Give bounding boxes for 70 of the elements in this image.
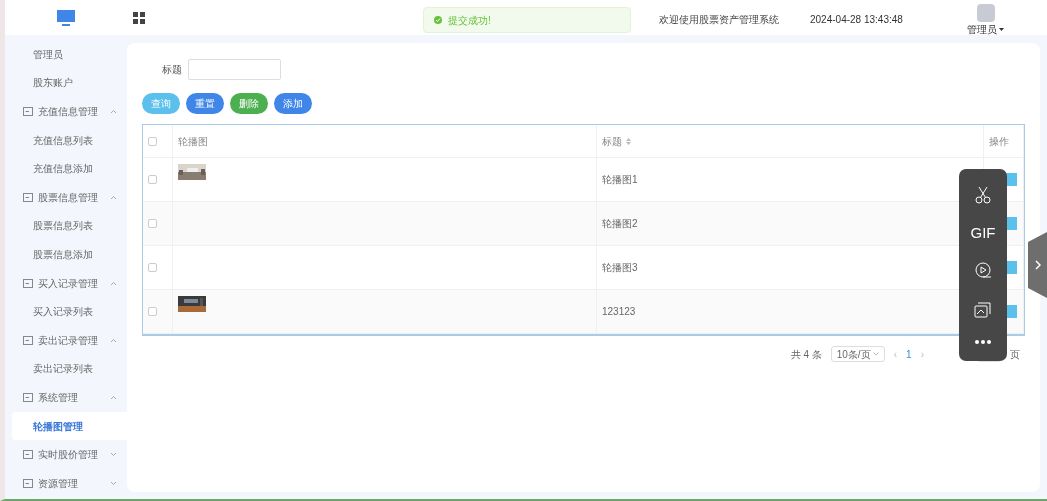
menu-group[interactable]: 实时股价管理 <box>5 440 127 469</box>
menu-item[interactable]: 买入记录列表 <box>5 297 127 326</box>
menu-group[interactable]: 系统管理 <box>5 383 127 412</box>
menu-group[interactable]: 充值信息管理 <box>5 97 127 126</box>
menu-label: 股票信息管理 <box>38 190 98 205</box>
menu-group[interactable]: 资源管理 <box>5 468 127 498</box>
action-button[interactable]: 重置 <box>186 93 224 114</box>
menu-group[interactable]: 卖出记录管理 <box>5 325 127 355</box>
column-header[interactable]: 标题 <box>602 133 622 149</box>
menu-icon <box>23 335 33 345</box>
action-button[interactable]: 添加 <box>274 93 312 114</box>
gif-button[interactable]: GIF <box>970 225 996 241</box>
row-checkbox[interactable] <box>148 263 157 272</box>
image-icon[interactable] <box>974 300 992 319</box>
menu-item[interactable]: 股东账户 <box>5 68 127 98</box>
column-header: 轮播图 <box>178 134 208 149</box>
menu-group[interactable]: 股票信息管理 <box>5 182 127 212</box>
check-circle-icon <box>434 16 442 24</box>
monitor-icon <box>57 9 75 26</box>
menu-icon <box>23 278 33 288</box>
chevron-up-icon <box>110 194 117 200</box>
page-size-select[interactable]: 10条/页 <box>830 346 885 362</box>
menu-icon <box>23 192 33 202</box>
sort-icon[interactable] <box>626 137 631 145</box>
chevron-down-icon <box>110 452 117 458</box>
column-header: 操作 <box>989 134 1009 149</box>
chevron-up-icon <box>110 280 117 286</box>
menu-label: 买入记录管理 <box>38 276 98 291</box>
page-title: 欢迎使用股票资产管理系统 <box>659 13 779 27</box>
menu-icon <box>23 392 33 402</box>
menu-label: 充值信息管理 <box>38 105 98 119</box>
row-checkbox[interactable] <box>148 175 157 184</box>
menu-item[interactable]: 轮播图管理 <box>12 411 127 441</box>
caret-icon[interactable] <box>999 28 1004 31</box>
menu-item[interactable]: 股票信息列表 <box>5 211 127 241</box>
grid-icon[interactable] <box>133 11 145 24</box>
user-menu[interactable]: 管理员 <box>967 22 997 37</box>
menu-icon <box>23 450 33 460</box>
chevron-up-icon <box>110 109 117 114</box>
menu-item[interactable]: 充值信息添加 <box>5 154 127 183</box>
chevron-up-icon <box>110 394 117 400</box>
menu-label: 实时股价管理 <box>38 448 98 463</box>
menu-icon <box>23 107 33 116</box>
menu-icon <box>23 478 33 488</box>
menu-label: 系统管理 <box>38 390 78 405</box>
chevron-right-icon <box>1034 260 1041 270</box>
menu-item[interactable]: 管理员 <box>5 40 127 69</box>
menu-group[interactable]: 买入记录管理 <box>5 268 127 298</box>
row-checkbox[interactable] <box>148 219 157 228</box>
menu-item[interactable]: 股票信息添加 <box>5 240 127 269</box>
toast-message: 提交成功! <box>448 13 491 28</box>
menu-label: 卖出记录管理 <box>38 333 98 348</box>
record-icon[interactable] <box>974 261 992 280</box>
chevron-down-icon <box>110 480 117 486</box>
field-label: 标题 <box>162 63 182 77</box>
page-number[interactable]: 1 <box>906 346 912 362</box>
chevron-up-icon <box>110 337 117 343</box>
more-icon[interactable] <box>975 340 991 345</box>
total-count: 共 4 条 <box>790 347 822 362</box>
datetime: 2024-04-28 13:43:48 <box>810 13 903 27</box>
page-unit: 页 <box>1010 347 1020 362</box>
chevron-down-icon <box>872 352 879 356</box>
search-field[interactable] <box>188 59 281 80</box>
menu-item[interactable]: 卖出记录列表 <box>5 354 127 384</box>
row-checkbox[interactable] <box>148 307 157 316</box>
avatar[interactable] <box>976 4 995 22</box>
scissors-icon[interactable] <box>974 185 992 204</box>
menu-label: 资源管理 <box>38 476 78 491</box>
select-all-checkbox[interactable] <box>148 136 157 146</box>
menu-item[interactable]: 充值信息列表 <box>5 125 127 155</box>
